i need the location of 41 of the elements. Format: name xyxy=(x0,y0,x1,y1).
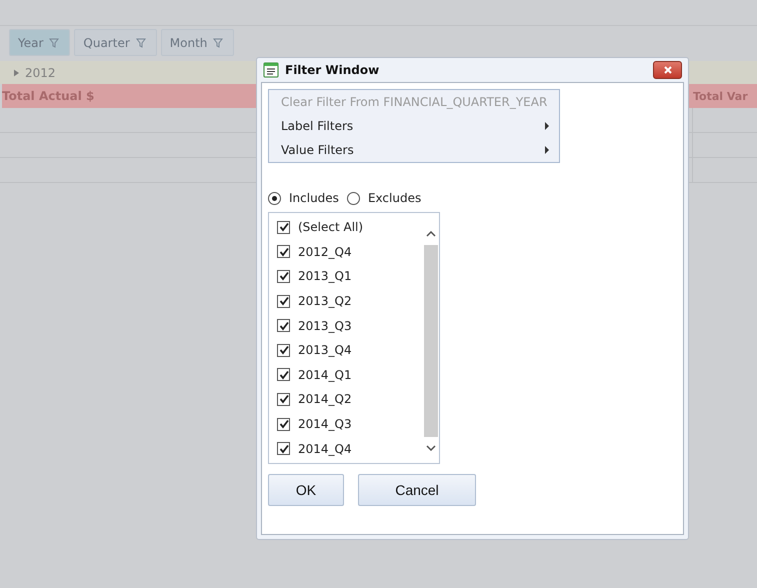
radio-option[interactable]: Excludes xyxy=(346,191,422,205)
list-item-label[interactable]: 2014_Q1 xyxy=(298,368,352,382)
list-item-label[interactable]: 2013_Q1 xyxy=(298,269,352,284)
list-item-label[interactable]: 2014_Q4 xyxy=(298,442,352,456)
checkbox[interactable] xyxy=(277,368,290,382)
checkbox[interactable] xyxy=(277,294,290,308)
filter-icon xyxy=(213,38,224,48)
list-item-label[interactable]: 2014_Q3 xyxy=(298,417,352,432)
checkbox[interactable] xyxy=(277,344,290,357)
window-icon xyxy=(263,62,279,78)
submenu-arrow-icon xyxy=(545,146,549,154)
list-item-label[interactable]: (Select All) xyxy=(298,220,364,234)
filter-icon xyxy=(49,38,60,48)
expand-icon[interactable] xyxy=(14,68,19,76)
scroll-up-icon[interactable] xyxy=(426,231,436,237)
menu-item[interactable]: Value Filters xyxy=(269,138,559,162)
menu-item[interactable]: Label Filters xyxy=(269,114,559,138)
checkbox[interactable] xyxy=(277,392,290,406)
radio-option[interactable]: Includes xyxy=(268,191,339,205)
checkbox[interactable] xyxy=(277,270,290,283)
checkbox[interactable] xyxy=(277,220,290,234)
list-item-label[interactable]: 2014_Q2 xyxy=(298,392,352,406)
radio-button[interactable] xyxy=(268,192,281,204)
scroll-down-icon[interactable] xyxy=(426,445,436,451)
list-item-label[interactable]: 2012_Q4 xyxy=(298,244,352,259)
checkbox[interactable] xyxy=(277,418,290,431)
row-header-label: 2012 xyxy=(25,66,56,80)
checkbox[interactable] xyxy=(277,319,290,332)
radio-button[interactable] xyxy=(346,192,360,204)
checkbox[interactable] xyxy=(277,245,290,258)
list-item-label[interactable]: 2013_Q2 xyxy=(298,294,352,308)
list-item-label[interactable]: 2013_Q4 xyxy=(298,343,352,358)
submenu-arrow-icon xyxy=(545,122,549,130)
checkbox[interactable] xyxy=(277,442,290,456)
filter-icon xyxy=(136,38,146,48)
dialog-button[interactable]: OK xyxy=(268,474,344,506)
close-button[interactable] xyxy=(653,61,682,79)
dialog-button[interactable]: Cancel xyxy=(358,474,476,506)
list-item-label[interactable]: 2013_Q3 xyxy=(298,318,352,333)
window-title: Filter Window xyxy=(285,63,380,77)
close-icon xyxy=(662,65,672,75)
